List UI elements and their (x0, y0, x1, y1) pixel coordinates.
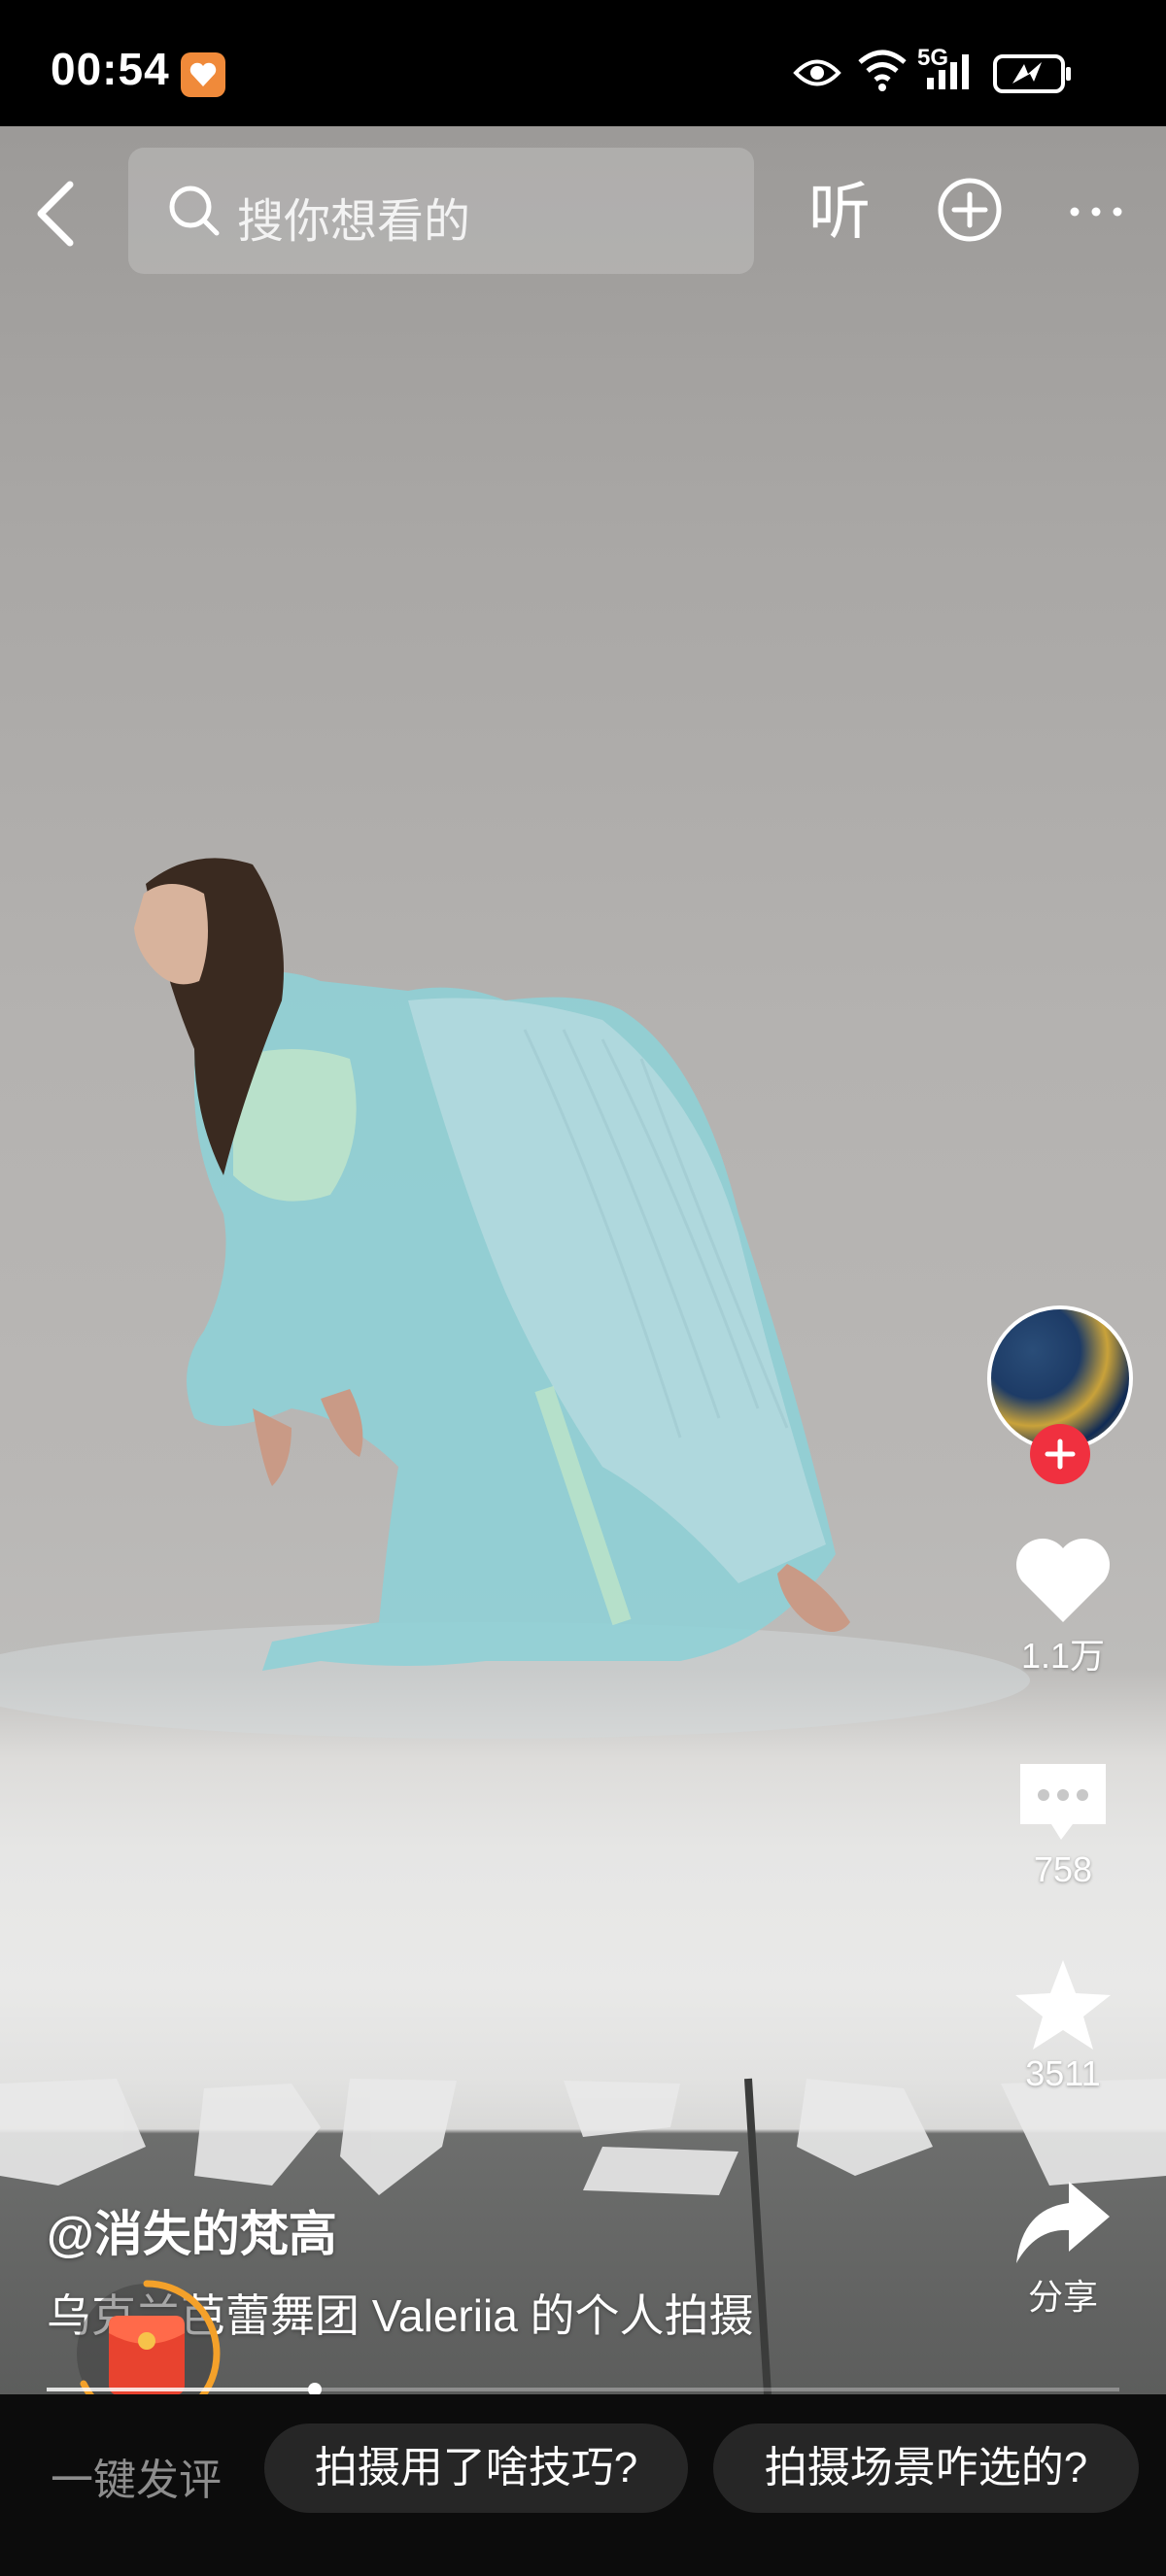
like-count: 1.1万 (1020, 1636, 1106, 1676)
share-button[interactable]: 分享 (985, 2176, 1141, 2320)
suggested-comment-chip[interactable]: 拍摄用了啥技巧? (264, 2423, 688, 2513)
more-options-button[interactable] (1067, 202, 1125, 221)
app-notification-icon (181, 52, 225, 97)
comment-icon (1020, 1764, 1106, 1840)
plus-icon (1045, 1439, 1076, 1470)
comment-count: 758 (1033, 1849, 1093, 1889)
author-name[interactable]: @消失的梵高 (47, 2195, 337, 2265)
eye-icon (793, 59, 841, 86)
signal-icon (927, 54, 969, 89)
favorite-count: 3511 (1025, 2053, 1101, 2093)
search-placeholder: 搜你想看的 (237, 196, 471, 248)
bottom-bar: 一键发评 拍摄用了啥技巧? 拍摄场景咋选的? (0, 2394, 1166, 2576)
search-input[interactable]: 搜你想看的 (128, 148, 754, 274)
video-progress-bar[interactable] (47, 2383, 1119, 2396)
follow-button[interactable] (1030, 1424, 1090, 1484)
comment-button[interactable]: 758 (985, 1756, 1141, 1890)
progress-fill (47, 2388, 315, 2391)
chevron-left-icon (37, 181, 74, 247)
add-button[interactable] (937, 177, 1003, 243)
heart-icon (1015, 1538, 1111, 1622)
quick-comment-label[interactable]: 一键发评 (51, 2445, 222, 2507)
battery-icon (993, 54, 1071, 93)
suggested-comment-chip[interactable]: 拍摄场景咋选的? (713, 2423, 1139, 2513)
share-label: 分享 (1027, 2277, 1098, 2317)
status-time: 00:54 (51, 44, 170, 94)
like-button[interactable]: 1.1万 (985, 1535, 1141, 1678)
share-icon (1016, 2182, 1110, 2263)
favorite-button[interactable]: 3511 (985, 1956, 1141, 2094)
back-button[interactable] (29, 175, 87, 253)
listen-button[interactable]: 听 (808, 175, 871, 249)
wifi-icon (858, 50, 907, 91)
plus-circle-icon (938, 178, 1002, 242)
status-bar: 00:54 5G (0, 0, 1166, 126)
star-icon (1015, 1960, 1111, 2050)
more-icon (1070, 207, 1122, 217)
search-icon (169, 186, 220, 236)
